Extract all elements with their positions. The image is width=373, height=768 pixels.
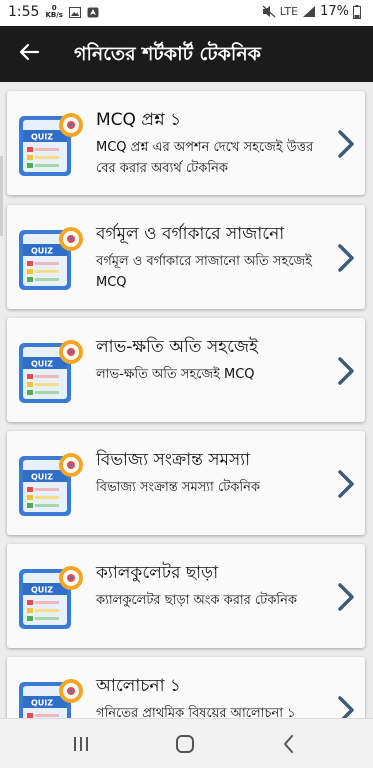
item-title: বিভাজ্য সংক্রান্ত সমস্যা bbox=[96, 450, 251, 470]
recent-apps-icon[interactable] bbox=[68, 731, 94, 757]
page-title: গনিতের শর্টকার্ট টেকনিক bbox=[74, 43, 261, 65]
arrow-left-icon[interactable] bbox=[16, 39, 42, 65]
home-icon[interactable] bbox=[172, 731, 198, 757]
chevron-right-icon bbox=[338, 244, 354, 272]
item-subtitle: MCQ প্রশ্ন এর অপশন দেখে সহজেই উত্তর বের … bbox=[96, 140, 314, 176]
item-subtitle: লাভ-ক্ষতি অতি সহজেই MCQ bbox=[96, 367, 255, 382]
item-title: লাভ-ক্ষতি অতি সহজেই bbox=[96, 337, 258, 357]
item-subtitle: বর্গমূল ও বর্গাকারে সাজানো অতি সহজেই MCQ bbox=[96, 254, 312, 290]
status-time: 1:55 bbox=[8, 4, 40, 20]
quiz-icon: QUIZ bbox=[19, 453, 83, 516]
quiz-label: QUIZ bbox=[31, 473, 53, 482]
back-icon[interactable] bbox=[276, 731, 302, 757]
list-item[interactable]: QUIZ আলোচনা ১ গনিতের প্রাথমিক বিষয়ের আল… bbox=[7, 657, 365, 718]
network-speed: 0 KB/s bbox=[45, 4, 63, 19]
list-item[interactable]: QUIZ বর্গমূল ও বর্গাকারে সাজানো বর্গমূল … bbox=[7, 205, 365, 309]
battery-icon bbox=[353, 4, 361, 19]
quiz-label: QUIZ bbox=[31, 699, 53, 708]
item-title: ক্যালকুলেটর ছাড়া bbox=[96, 563, 219, 583]
item-title: MCQ প্রশ্ন ১ bbox=[96, 110, 182, 130]
quiz-icon: QUIZ bbox=[19, 113, 83, 176]
image-icon bbox=[68, 6, 81, 18]
topic-list: QUIZ MCQ প্রশ্ন ১ MCQ প্রশ্ন এর অপশন দেখ… bbox=[0, 82, 373, 718]
item-subtitle: ক্যালকুলেটর ছাড়া অংক করার টেকনিক bbox=[96, 593, 297, 608]
item-title: বর্গমূল ও বর্গাকারে সাজানো bbox=[96, 224, 285, 244]
quiz-icon: QUIZ bbox=[19, 566, 83, 629]
battery-percent: 17% bbox=[320, 4, 349, 19]
chevron-right-icon bbox=[338, 696, 354, 718]
mute-icon bbox=[262, 5, 276, 18]
nav-signal-icon bbox=[87, 7, 99, 17]
quiz-label: QUIZ bbox=[31, 360, 53, 369]
lte-label: LTE bbox=[279, 5, 299, 18]
item-title: আলোচনা ১ bbox=[96, 676, 181, 696]
quiz-icon: QUIZ bbox=[19, 679, 83, 718]
quiz-label: QUIZ bbox=[31, 586, 53, 595]
list-item[interactable]: QUIZ বিভাজ্য সংক্রান্ত সমস্যা বিভাজ্য সং… bbox=[7, 431, 365, 535]
quiz-label: QUIZ bbox=[31, 247, 53, 256]
system-nav-bar bbox=[0, 718, 373, 768]
item-subtitle: বিভাজ্য সংক্রান্ত সমস্যা টেকনিক bbox=[96, 480, 260, 495]
status-bar: 1:55 0 KB/s LTE 17% bbox=[0, 0, 373, 26]
item-subtitle: গনিতের প্রাথমিক বিষয়ের আলোচনা ১ bbox=[96, 706, 296, 718]
quiz-icon: QUIZ bbox=[19, 340, 83, 403]
list-item[interactable]: QUIZ MCQ প্রশ্ন ১ MCQ প্রশ্ন এর অপশন দেখ… bbox=[7, 91, 365, 195]
app-bar: গনিতের শর্টকার্ট টেকনিক bbox=[0, 26, 373, 82]
chevron-right-icon bbox=[338, 470, 354, 498]
list-item[interactable]: QUIZ লাভ-ক্ষতি অতি সহজেই লাভ-ক্ষতি অতি স… bbox=[7, 318, 365, 422]
status-left: 1:55 0 KB/s bbox=[8, 4, 99, 20]
signal-icon bbox=[303, 6, 316, 17]
chevron-right-icon bbox=[338, 583, 354, 611]
quiz-label: QUIZ bbox=[31, 133, 53, 142]
chevron-right-icon bbox=[338, 130, 354, 158]
list-item[interactable]: QUIZ ক্যালকুলেটর ছাড়া ক্যালকুলেটর ছাড়া… bbox=[7, 544, 365, 648]
chevron-right-icon bbox=[338, 357, 354, 385]
status-right: LTE 17% bbox=[262, 4, 361, 19]
quiz-icon: QUIZ bbox=[19, 227, 83, 290]
